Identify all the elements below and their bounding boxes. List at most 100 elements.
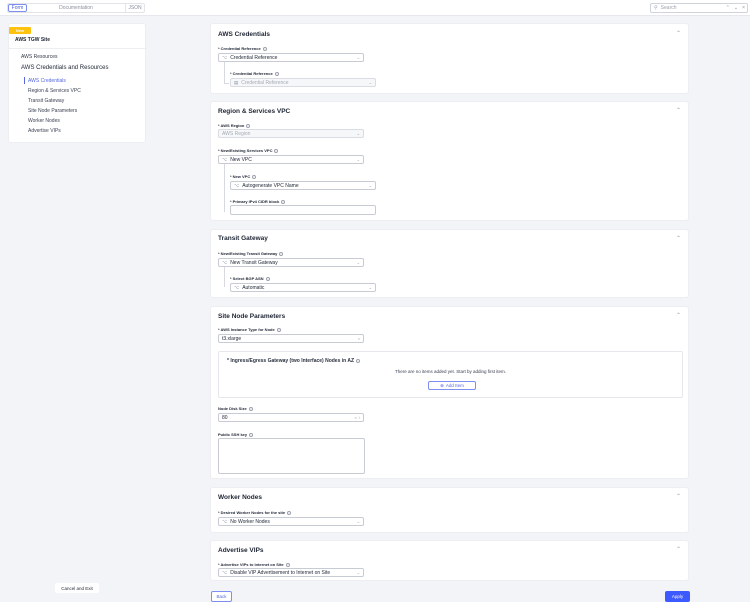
chevron-down-icon: ⌄ xyxy=(368,285,372,290)
info-icon xyxy=(274,148,279,153)
transit-gateway-select[interactable]: ⌥ New Transit Gateway ⌄ xyxy=(218,258,364,267)
section-site-node: Site Node Parameters ⌃ * AWS Instance Ty… xyxy=(210,306,689,479)
choice-icon: ⌥ xyxy=(222,156,228,162)
field-label: * AWS Region xyxy=(218,123,245,128)
search-input[interactable]: ⚲ Search ⌃ ⌄ × xyxy=(650,3,748,13)
clear-icon[interactable]: × ↕ xyxy=(355,415,363,420)
instance-type-input[interactable]: t3.xlarge × xyxy=(218,334,364,343)
section-title: Worker Nodes xyxy=(218,494,262,501)
close-icon[interactable]: × xyxy=(742,5,745,11)
section-title: Advertise VIPs xyxy=(218,547,264,554)
cancel-exit-button[interactable]: Cancel and Exit xyxy=(55,583,99,593)
search-placeholder: Search xyxy=(660,5,677,11)
section-aws-credentials: AWS Credentials ⌃ * Credential Reference… xyxy=(210,23,689,94)
new-badge: New xyxy=(9,27,31,34)
field-label: * Credential Reference xyxy=(230,71,279,76)
sidebar-sub-advertise-vips[interactable]: Advertise VIPs xyxy=(28,128,61,134)
advertise-vips-select[interactable]: ⌥ Disable VIP Advertisement to Internet o… xyxy=(218,568,364,577)
chevron-down-icon: ⌄ xyxy=(356,157,360,162)
section-advertise-vips: Advertise VIPs ⌃ * Advertise VIPs to Int… xyxy=(210,540,689,581)
collapse-icon[interactable]: ⌃ xyxy=(676,107,681,114)
chevron-down-icon: ⌄ xyxy=(356,131,360,136)
document-icon: ▤ xyxy=(234,79,239,85)
section-title: Region & Services VPC xyxy=(218,108,291,115)
bgp-asn-select[interactable]: ⌥ Automatic ⌄ xyxy=(230,283,376,292)
collapse-icon[interactable]: ⌃ xyxy=(676,546,681,553)
chevron-down-icon[interactable]: ⌄ xyxy=(734,5,738,11)
section-title: AWS Credentials xyxy=(218,31,271,38)
active-indicator xyxy=(24,77,25,84)
clear-icon[interactable]: × xyxy=(358,336,363,341)
site-name: AWS TGW Site xyxy=(15,37,50,43)
services-vpc-select[interactable]: ⌥ New VPC ⌄ xyxy=(218,155,364,164)
field-label: Public SSH key xyxy=(218,432,248,437)
info-icon xyxy=(285,562,290,567)
list-title: * Ingress/Egress Gateway (two Interface)… xyxy=(227,358,355,364)
tab-documentation[interactable]: Documentation xyxy=(27,4,125,12)
info-icon xyxy=(246,123,251,128)
chevron-down-icon: ⌄ xyxy=(356,260,360,265)
section-region-vpc: Region & Services VPC ⌃ * AWS Region AWS… xyxy=(210,101,689,221)
disk-size-input[interactable]: 80 × ↕ xyxy=(218,413,364,422)
info-icon xyxy=(249,432,254,437)
chevron-down-icon: ⌄ xyxy=(356,55,360,60)
field-label: * Credential Reference xyxy=(218,46,267,51)
aws-region-select[interactable]: AWS Region ⌄ xyxy=(218,129,364,138)
choice-icon: ⌥ xyxy=(222,518,228,524)
view-tabs: Form Documentation JSON xyxy=(7,3,145,13)
info-icon xyxy=(252,174,257,179)
section-title: Transit Gateway xyxy=(218,235,268,242)
info-icon xyxy=(287,510,292,515)
field-label: * Desired Worker Nodes for the site xyxy=(218,510,286,515)
chevron-up-icon[interactable]: ⌃ xyxy=(726,5,730,11)
ssh-key-textarea[interactable] xyxy=(218,438,365,474)
empty-message: There are no items added yet. Start by a… xyxy=(394,369,507,374)
field-label: * AWS Instance Type for Node xyxy=(218,327,275,332)
sidebar: New AWS TGW Site AWS Resources AWS Crede… xyxy=(8,23,147,143)
collapse-icon[interactable]: ⌃ xyxy=(676,493,681,500)
info-icon xyxy=(274,71,279,76)
choice-icon: ⌥ xyxy=(234,182,240,188)
credential-reference-nested-select[interactable]: ▤ Credential Reference ⌄ xyxy=(230,78,376,87)
sidebar-sub-aws-credentials[interactable]: AWS Credentials xyxy=(28,78,66,84)
info-icon xyxy=(279,251,284,256)
sidebar-item-aws-resources[interactable]: AWS Resources xyxy=(21,54,58,60)
collapse-icon[interactable]: ⌃ xyxy=(676,235,681,242)
field-label: * New/Existing Transit Gateway xyxy=(218,251,278,256)
sidebar-sub-transit-gateway[interactable]: Transit Gateway xyxy=(28,98,64,104)
tab-json[interactable]: JSON xyxy=(125,4,144,12)
info-icon xyxy=(265,276,270,281)
collapse-icon[interactable]: ⌃ xyxy=(676,312,681,319)
choice-icon: ⌥ xyxy=(234,284,240,290)
apply-button[interactable]: Apply xyxy=(665,591,690,602)
sidebar-item-aws-credentials-resources[interactable]: AWS Credentials and Resources xyxy=(21,65,108,71)
chevron-down-icon: ⌄ xyxy=(356,519,360,524)
back-button[interactable]: Back xyxy=(211,591,232,602)
search-icon: ⚲ xyxy=(654,5,658,11)
tab-form[interactable]: Form xyxy=(8,4,27,12)
nested-connector xyxy=(224,164,229,212)
worker-nodes-select[interactable]: ⌥ No Worker Nodes ⌄ xyxy=(218,517,364,526)
field-label: * Primary IPv4 CIDR block xyxy=(230,199,280,204)
sidebar-sub-region-vpc[interactable]: Region & Services VPC xyxy=(28,88,81,94)
info-icon xyxy=(281,199,286,204)
section-worker-nodes: Worker Nodes ⌃ * Desired Worker Nodes fo… xyxy=(210,487,689,533)
sidebar-sub-worker-nodes[interactable]: Worker Nodes xyxy=(28,118,60,124)
field-label: Node Disk Size xyxy=(218,406,247,411)
info-icon xyxy=(276,327,281,332)
collapse-icon[interactable]: ⌃ xyxy=(676,30,681,37)
choice-icon: ⌥ xyxy=(222,54,228,60)
choice-icon: ⌥ xyxy=(222,259,228,265)
field-label: * Select BGP ASN xyxy=(230,276,264,281)
sidebar-sub-site-node[interactable]: Site Node Parameters xyxy=(28,108,77,114)
cidr-input[interactable] xyxy=(230,205,376,215)
nested-connector xyxy=(224,267,229,287)
nested-connector xyxy=(224,62,229,84)
new-vpc-select[interactable]: ⌥ Autogenerate VPC Name ⌄ xyxy=(230,181,376,190)
credential-reference-select[interactable]: ⌥ Credential Reference ⌄ xyxy=(218,53,364,62)
add-item-button[interactable]: ⊕ Add Item xyxy=(428,381,476,390)
field-label: * New VPC xyxy=(230,174,251,179)
chevron-down-icon: ⌄ xyxy=(368,183,372,188)
section-transit-gateway: Transit Gateway ⌃ * New/Existing Transit… xyxy=(210,229,689,298)
plus-circle-icon: ⊕ xyxy=(440,382,444,388)
